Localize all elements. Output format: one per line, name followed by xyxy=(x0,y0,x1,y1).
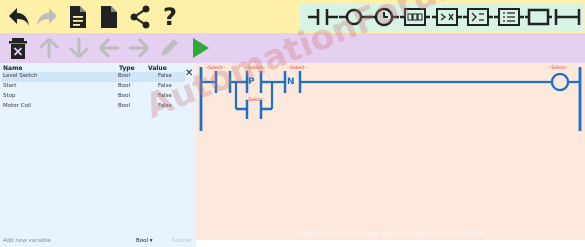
redo-icon[interactable] xyxy=(35,4,59,30)
delete-icon[interactable] xyxy=(6,36,30,60)
type-select[interactable]: Bool ▾ xyxy=(136,238,153,244)
column-header-type: Type xyxy=(119,65,135,72)
branch-close-tool-icon[interactable] xyxy=(525,6,552,28)
column-header-name: Name xyxy=(3,65,23,72)
submit-button[interactable]: Submit xyxy=(172,238,192,244)
math-tool-icon[interactable] xyxy=(463,6,493,28)
type-select-value: Bool xyxy=(136,238,149,244)
edit-pencil-icon[interactable] xyxy=(157,36,181,60)
undo-icon[interactable] xyxy=(7,4,31,30)
run-icon[interactable] xyxy=(188,36,212,60)
move-left-icon[interactable] xyxy=(97,36,121,60)
new-file-icon[interactable] xyxy=(66,4,90,30)
variable-name: Stop xyxy=(3,93,16,99)
new-variable-input[interactable]: Add new variable xyxy=(3,238,51,244)
column-header-value: Value xyxy=(148,65,167,72)
move-down-icon[interactable] xyxy=(67,36,91,60)
variable-type: Bool xyxy=(118,93,131,99)
add-variable-form: Add new variable Bool ▾ Submit xyxy=(0,236,196,247)
motor-coil xyxy=(550,72,570,92)
variable-name: Motor Coil xyxy=(3,103,31,109)
help-icon[interactable]: ? xyxy=(158,4,182,30)
share-icon[interactable] xyxy=(128,4,152,30)
variable-name: Start xyxy=(3,83,17,89)
select-label[interactable]: --Select-- xyxy=(548,66,568,71)
save-file-icon[interactable] xyxy=(97,4,121,30)
move-tool-icon[interactable] xyxy=(494,6,524,28)
variable-type: Bool xyxy=(118,73,131,79)
variable-type: Bool xyxy=(118,103,131,109)
ladder-rung-diagram xyxy=(199,67,582,131)
branch-tool-icon[interactable] xyxy=(553,6,582,28)
variable-name: Level Switch xyxy=(3,73,38,79)
move-up-icon[interactable] xyxy=(37,36,61,60)
move-right-icon[interactable] xyxy=(127,36,151,60)
negative-edge-marker: N xyxy=(287,77,295,87)
simulation-note: Simulated with free version of ladder di… xyxy=(296,232,485,237)
chevron-down-icon: ▾ xyxy=(149,238,153,244)
select-label[interactable]: --Select-- xyxy=(245,98,265,103)
variable-type: Bool xyxy=(118,83,131,89)
variable-row[interactable]: Level Switch Bool False xyxy=(2,72,185,82)
